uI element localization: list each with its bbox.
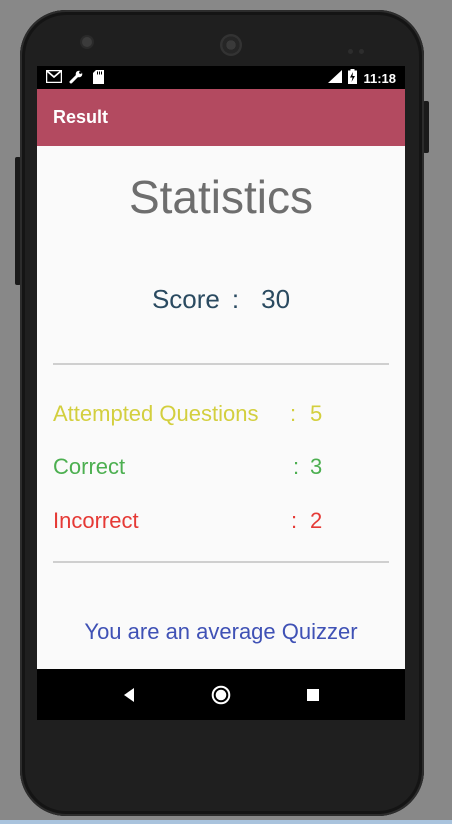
home-icon[interactable] xyxy=(209,683,233,707)
divider xyxy=(53,363,389,365)
correct-separator: : xyxy=(293,454,300,479)
device-stage: 11:18 Result Statistics Score:30 Attempt… xyxy=(0,0,452,824)
correct-label: Correct xyxy=(53,454,126,479)
attempted-label: Attempted Questions xyxy=(53,401,259,426)
toolbar-title: Result xyxy=(53,107,109,127)
page-title: Statistics xyxy=(128,171,314,223)
score-separator: : xyxy=(231,284,240,314)
sd-card-icon xyxy=(90,70,106,84)
navigation-bar xyxy=(37,669,405,720)
recents-icon[interactable] xyxy=(301,683,325,707)
incorrect-label: Incorrect xyxy=(53,508,139,533)
score-value: 30 xyxy=(261,284,291,314)
back-icon[interactable] xyxy=(117,683,141,707)
divider xyxy=(53,561,389,563)
incorrect-separator: : xyxy=(291,508,298,533)
status-time: 11:18 xyxy=(363,70,396,86)
attempted-separator: : xyxy=(290,401,297,426)
screen: 11:18 Result Statistics Score:30 Attempt… xyxy=(37,66,405,720)
score-row: Score:30 xyxy=(37,284,405,315)
score-label: Score xyxy=(151,284,220,314)
correct-value: 3 xyxy=(310,454,323,479)
earpiece-icon xyxy=(220,34,242,56)
gmail-icon xyxy=(45,69,63,84)
window-bottom-edge xyxy=(0,820,452,824)
signal-icon xyxy=(328,70,343,86)
wrench-icon xyxy=(68,70,84,84)
result-content: Statistics Score:30 Attempted Questions … xyxy=(37,146,405,669)
app-toolbar: Result xyxy=(37,89,405,146)
sensor-icon xyxy=(348,39,370,54)
attempted-value: 5 xyxy=(310,401,323,426)
verdict-message: You are an average Quizzer xyxy=(84,619,358,644)
battery-charging-icon xyxy=(348,69,358,87)
incorrect-value: 2 xyxy=(310,508,323,533)
status-bar: 11:18 xyxy=(37,66,405,89)
front-camera-icon xyxy=(82,37,92,47)
